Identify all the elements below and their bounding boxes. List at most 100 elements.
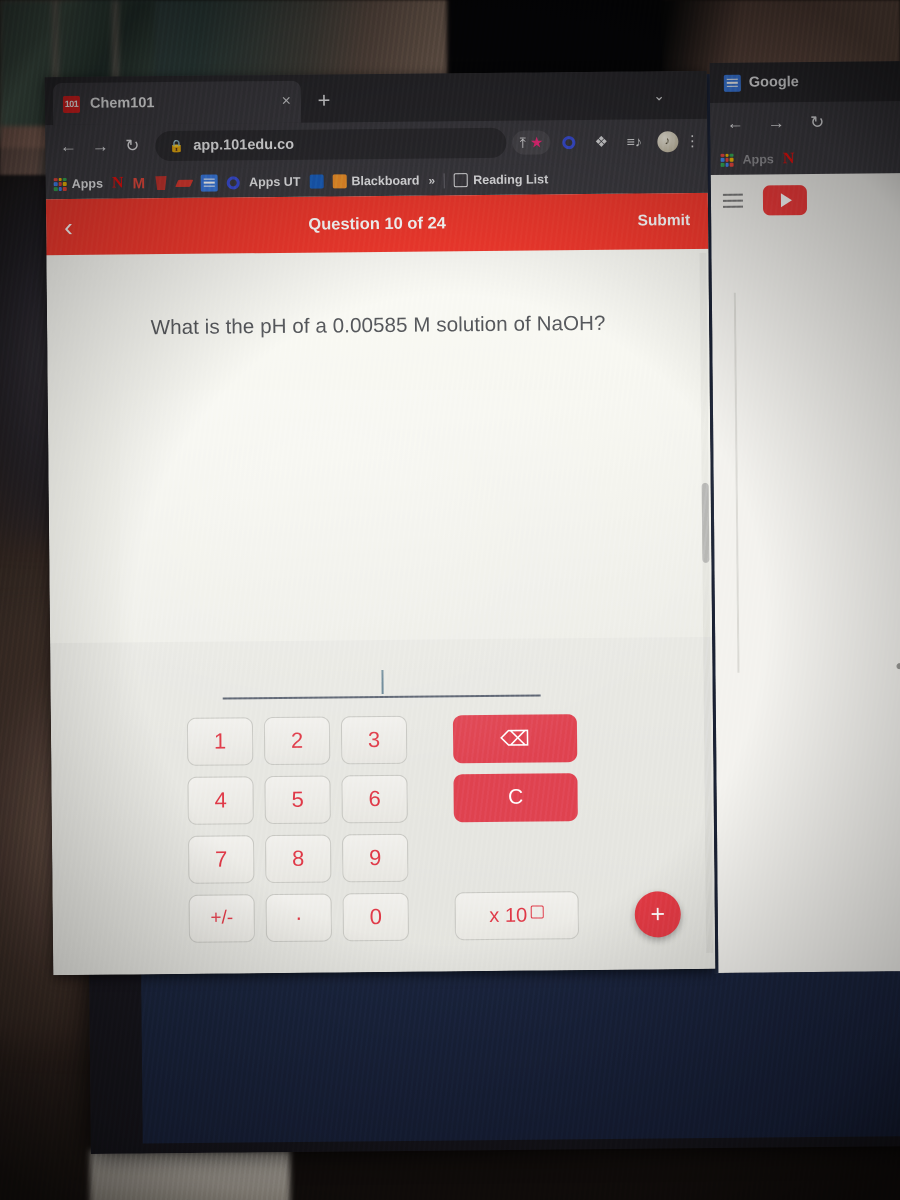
divider xyxy=(733,292,740,673)
bookmark-label: Apps UT xyxy=(248,174,301,190)
lock-icon: 🔒 xyxy=(169,138,185,154)
forward-icon[interactable]: → xyxy=(85,132,115,162)
reading-list-icon xyxy=(454,173,469,188)
key-8[interactable]: 8 xyxy=(264,834,332,884)
blackboard-icon xyxy=(332,174,347,189)
close-icon[interactable]: × xyxy=(282,93,292,110)
bookmark-star-icon[interactable]: ★ xyxy=(530,133,544,151)
reading-list-label: Reading List xyxy=(473,172,549,188)
tab-strip-secondary: Google xyxy=(709,61,900,103)
reload-icon[interactable]: ↻ xyxy=(117,131,147,161)
bookmark-blackboard[interactable]: Blackboard xyxy=(332,174,420,189)
foreground-object xyxy=(90,1150,290,1200)
key-9[interactable]: 9 xyxy=(341,833,409,883)
key-1[interactable]: 1 xyxy=(186,717,254,766)
bookmark-apps[interactable]: Apps xyxy=(53,176,104,191)
reading-list-button[interactable]: Reading List xyxy=(454,172,549,188)
bookmark-blue-circle[interactable] xyxy=(226,175,241,189)
blue-circle-extension-icon[interactable] xyxy=(553,127,583,157)
add-button[interactable]: + xyxy=(634,891,681,938)
gmail-icon: M xyxy=(132,174,146,192)
key-4[interactable]: 4 xyxy=(187,776,254,825)
youtube-page: ⏮ ▶ CHE 150 - Chap Dr. Scott Witherow ↻ … xyxy=(710,173,900,973)
bookmarks-overflow-icon[interactable]: » xyxy=(428,173,435,187)
netflix-icon: N xyxy=(111,174,124,192)
key-3[interactable]: 3 xyxy=(340,715,408,765)
chem101-app: ‹ Question 10 of 24 Submit What is the p… xyxy=(45,192,716,976)
bookmark-google-docs[interactable] xyxy=(200,174,219,192)
bookmark-label: Apps xyxy=(71,176,104,191)
chem101-favicon: 101 xyxy=(62,95,81,113)
question-text: What is the pH of a 0.00585 M solution o… xyxy=(150,311,606,340)
back-icon[interactable]: ‹ xyxy=(64,212,73,242)
media-control-icon[interactable]: ≡♪ xyxy=(619,126,649,156)
answer-input[interactable] xyxy=(222,666,541,700)
key-7[interactable]: 7 xyxy=(187,835,255,884)
google-docs-icon xyxy=(723,74,741,92)
forward-icon[interactable]: → xyxy=(761,108,791,138)
outlook-icon xyxy=(309,174,324,189)
extensions-puzzle-icon[interactable]: ❖ xyxy=(586,127,616,157)
bookmark-gmail[interactable]: M xyxy=(132,175,145,192)
netflix-icon: N xyxy=(782,150,795,168)
bookmark-swoosh[interactable] xyxy=(175,179,194,187)
address-bar[interactable]: 🔒 app.101edu.co xyxy=(155,127,507,162)
chrome-window-secondary[interactable]: Google ← → ↻ Apps N ⏮ xyxy=(709,61,900,973)
back-icon[interactable]: ← xyxy=(720,109,750,139)
browser-toolbar-secondary: ← → ↻ xyxy=(710,101,900,145)
numeric-keypad: 1 2 3 ⌫ 4 5 6 C 7 8 9 +/- . 0 x 10 xyxy=(160,714,606,943)
swoosh-icon xyxy=(175,179,194,187)
tab-chem101[interactable]: 101 Chem101 × xyxy=(52,80,302,126)
backspace-button[interactable]: ⌫ xyxy=(452,714,578,764)
apps-grid-icon xyxy=(53,177,67,191)
youtube-logo-icon[interactable] xyxy=(762,185,808,216)
bookmark-label: Apps xyxy=(742,152,774,167)
back-icon[interactable]: ← xyxy=(53,132,83,162)
key-5[interactable]: 5 xyxy=(264,775,331,825)
question-panel: What is the pH of a 0.00585 M solution o… xyxy=(46,248,713,644)
apps-grid-icon xyxy=(720,153,734,167)
bookmark-apps-ut[interactable]: Apps UT xyxy=(249,175,301,189)
new-tab-button[interactable]: + xyxy=(311,87,337,114)
share-bookmark-pill[interactable]: ⤒ ★ xyxy=(512,130,551,155)
reload-icon[interactable]: ↻ xyxy=(802,108,832,138)
key-decimal[interactable]: . xyxy=(265,893,333,943)
clear-button[interactable]: C xyxy=(453,773,578,823)
screenshot-root: 101 Chem101 × + ⌄ ← → ↻ 🔒 app.101edu.co … xyxy=(0,0,900,1200)
scrollbar-thumb[interactable] xyxy=(701,482,710,563)
text-caret xyxy=(381,669,384,694)
app-header: ‹ Question 10 of 24 Submit xyxy=(45,192,709,256)
bookmark-ut[interactable] xyxy=(154,176,168,190)
tab-strip: 101 Chem101 × + ⌄ xyxy=(44,70,708,126)
chrome-menu-icon[interactable]: ⋮ xyxy=(685,126,700,156)
key-2[interactable]: 2 xyxy=(263,716,331,766)
exponent-label: x 10 xyxy=(489,904,528,927)
submit-button[interactable]: Submit xyxy=(638,212,691,231)
hamburger-menu-icon[interactable] xyxy=(722,193,744,208)
divider xyxy=(444,172,446,188)
exponent-button[interactable]: x 10 xyxy=(454,891,580,941)
bookmark-outlook[interactable] xyxy=(309,174,324,189)
tab-title: Chem101 xyxy=(89,95,155,112)
bookmark-netflix[interactable]: N xyxy=(112,174,124,192)
share-icon[interactable]: ⤒ xyxy=(520,134,526,151)
blue-circle-icon xyxy=(226,175,241,189)
key-6[interactable]: 6 xyxy=(341,774,408,824)
profile-avatar: ♪ xyxy=(656,130,678,152)
bookmarks-bar-secondary: Apps N xyxy=(710,143,900,175)
chrome-window: 101 Chem101 × + ⌄ ← → ↻ 🔒 app.101edu.co … xyxy=(44,70,716,976)
google-docs-icon xyxy=(200,174,219,192)
url-text: app.101edu.co xyxy=(193,136,295,154)
answer-panel: 1 2 3 ⌫ 4 5 6 C 7 8 9 +/- . 0 x 10 + xyxy=(50,636,716,976)
key-0[interactable]: 0 xyxy=(342,892,410,942)
chevron-down-icon[interactable]: ⌄ xyxy=(653,87,665,104)
avatar[interactable]: ♪ xyxy=(652,126,682,156)
key-plus-minus[interactable]: +/- xyxy=(188,894,256,943)
tab-title-secondary: Google xyxy=(748,74,799,91)
ut-longhorn-icon xyxy=(154,176,168,190)
toolbar-actions: ⤒ ★ ❖ ≡♪ ♪ ⋮ xyxy=(512,126,700,158)
backspace-icon: ⌫ xyxy=(500,727,531,751)
